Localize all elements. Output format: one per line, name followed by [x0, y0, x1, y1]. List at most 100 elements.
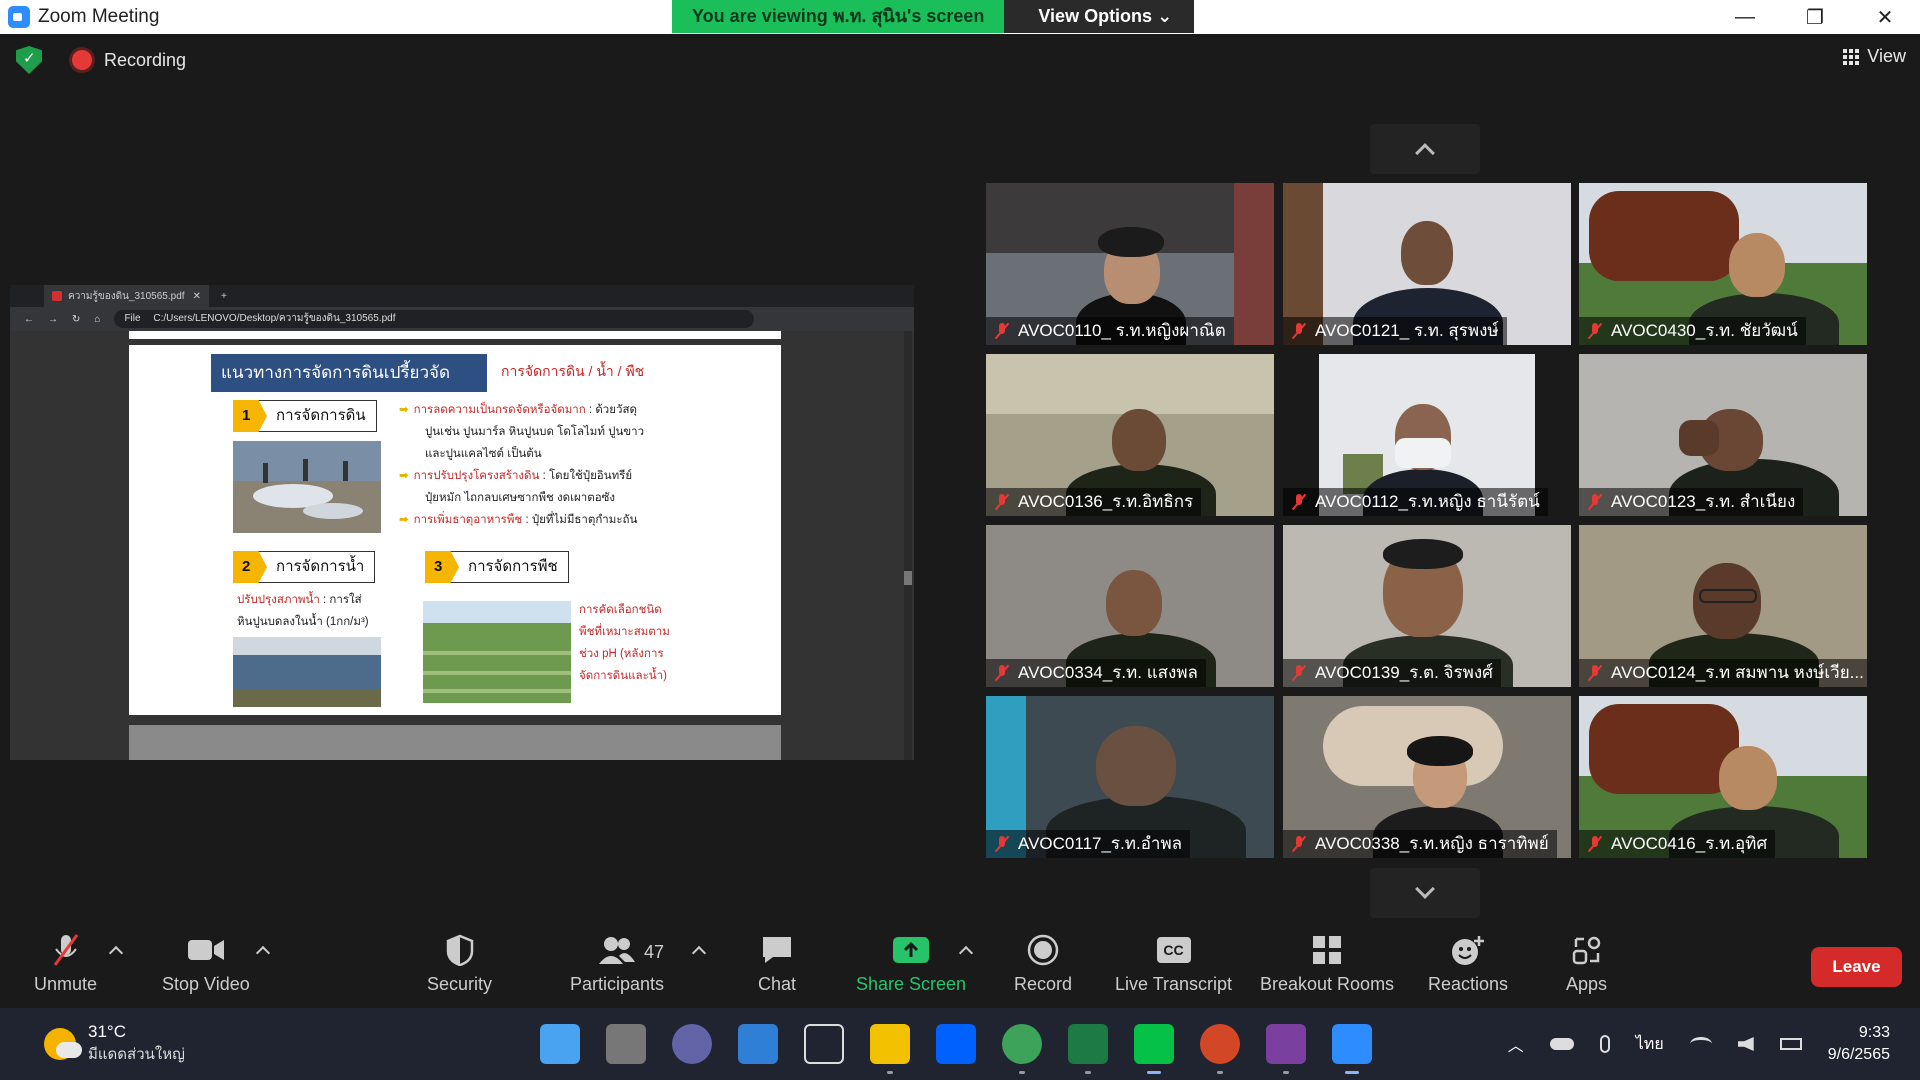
chat-bubble-icon	[761, 932, 793, 968]
minimize-button[interactable]: —	[1710, 0, 1780, 34]
water-text: ปรับปรุงสภาพน้ำ : การใส่ หินปูนบดลงในน้ำ…	[237, 594, 369, 628]
participant-tile[interactable]: AVOC0139_ร.ต. จิรพงศ์	[1283, 525, 1571, 687]
audio-options-caret[interactable]	[108, 945, 124, 961]
pdf-scrollbar[interactable]	[904, 331, 912, 760]
step-water: 2 การจัดการน้ำ	[233, 551, 376, 583]
onedrive-cloud-icon[interactable]	[1549, 1038, 1574, 1050]
line-icon[interactable]	[1134, 1024, 1174, 1074]
clock-time: 9:33	[1858, 1024, 1890, 1041]
participant-tile[interactable]: AVOC0124_ร.ท สมพาน หงษ์เวีย...	[1579, 525, 1867, 687]
wifi-icon[interactable]	[1689, 1037, 1712, 1051]
muted-mic-icon	[996, 665, 1008, 681]
participant-tile[interactable]: AVOC0136_ร.ท.อิทธิกร	[986, 354, 1274, 516]
pdf-slide: แนวทางการจัดการดินเปรี้ยวจัด การจัดการดิ…	[129, 345, 781, 715]
unmute-button[interactable]: Unmute	[34, 932, 97, 995]
encryption-shield-icon[interactable]	[16, 46, 42, 74]
live-transcript-button[interactable]: CC Live Transcript	[1115, 932, 1232, 995]
video-options-caret[interactable]	[255, 945, 271, 961]
participants-icon	[599, 932, 636, 968]
participant-tile[interactable]: AVOC0430_ร.ท. ชัยวัฒน์	[1579, 183, 1867, 345]
participant-name: AVOC0416_ร.ท.อุทิศ	[1579, 830, 1776, 858]
clock-date: 9/6/2565	[1827, 1046, 1890, 1063]
address-field[interactable]: File C:/Users/LENOVO/Desktop/ความรู้ของด…	[114, 310, 755, 328]
powerpoint-icon[interactable]	[1200, 1024, 1240, 1074]
stop-video-button[interactable]: Stop Video	[162, 932, 250, 995]
muted-mic-icon	[1589, 665, 1601, 681]
participant-tile[interactable]: AVOC0112_ร.ท.หญิง ธานีรัตน์	[1283, 354, 1571, 516]
windows-start-icon[interactable]	[540, 1024, 580, 1064]
weather-widget[interactable]: 31°C มีแดดส่วนใหญ่	[44, 1022, 185, 1066]
participant-name: AVOC0136_ร.ท.อิทธิกร	[986, 488, 1202, 516]
participant-tile[interactable]: AVOC0338_ร.ท.หญิง ธาราทิพย์	[1283, 696, 1571, 858]
pdf-viewer[interactable]: แนวทางการจัดการดินเปรี้ยวจัด การจัดการดิ…	[10, 331, 914, 760]
pdf-app-icon[interactable]	[1266, 1024, 1306, 1074]
participant-name: AVOC0123_ร.ท. สำเนียง	[1579, 488, 1804, 516]
address-label: File	[124, 313, 141, 324]
video-camera-icon	[187, 932, 225, 968]
view-options-button[interactable]: View Options ⌄	[1004, 0, 1195, 33]
muted-mic-icon	[1293, 494, 1305, 510]
breakout-rooms-button[interactable]: Breakout Rooms	[1260, 932, 1394, 995]
step-label: การจัดการพืช	[468, 558, 558, 575]
forward-icon[interactable]: →	[48, 314, 58, 325]
language-indicator[interactable]: ไทย	[1636, 1032, 1664, 1057]
security-button[interactable]: Security	[427, 932, 492, 995]
mail-icon[interactable]	[738, 1024, 778, 1064]
chrome-icon[interactable]	[1002, 1024, 1042, 1074]
window-controls: — ❐ ✕	[1710, 0, 1920, 34]
leave-button[interactable]: Leave	[1811, 947, 1902, 987]
teams-chat-icon[interactable]	[672, 1024, 712, 1064]
microphone-icon[interactable]	[1599, 1035, 1610, 1053]
muted-mic-icon	[1589, 494, 1601, 510]
participant-tile[interactable]: AVOC0110_ ร.ท.หญิงผาณิต	[986, 183, 1274, 345]
restore-button[interactable]: ❐	[1780, 0, 1850, 34]
clock[interactable]: 9:33 9/6/2565	[1828, 1022, 1890, 1066]
muted-mic-icon	[51, 932, 81, 968]
participant-tile[interactable]: AVOC0123_ร.ท. สำเนียง	[1579, 354, 1867, 516]
tab-title: ความรู้ของดิน_310565.pdf	[68, 290, 185, 302]
muted-mic-icon	[1293, 323, 1305, 339]
reload-icon[interactable]: ↻	[72, 314, 80, 325]
browser-tab[interactable]: ความรู้ของดิน_310565.pdf ✕	[44, 285, 209, 307]
share-screen-icon	[892, 932, 930, 968]
participants-options-caret[interactable]	[691, 945, 707, 961]
tab-close-icon[interactable]: ✕	[193, 291, 201, 302]
participant-name: AVOC0117_ร.ท.อำพล	[986, 830, 1191, 858]
next-page-button[interactable]	[1370, 868, 1480, 918]
participant-tile[interactable]: AVOC0121_ ร.ท. สุรพงษ์	[1283, 183, 1571, 345]
meeting-toolbar: Unmute Stop Video Security Participants …	[0, 918, 1920, 1008]
temperature: 31°C	[88, 1022, 126, 1041]
chat-button[interactable]: Chat	[758, 932, 796, 995]
close-button[interactable]: ✕	[1850, 0, 1920, 34]
apps-button[interactable]: Apps	[1566, 932, 1607, 995]
view-button[interactable]: View	[1843, 46, 1906, 67]
share-screen-button[interactable]: Share Screen	[856, 932, 966, 995]
record-button[interactable]: Record	[1014, 932, 1072, 995]
shared-screen[interactable]: ความรู้ของดิน_310565.pdf ✕ + ← → ↻ ⌂ Fil…	[10, 285, 914, 760]
home-icon[interactable]: ⌂	[94, 314, 100, 325]
muted-mic-icon	[1293, 665, 1305, 681]
volume-icon[interactable]	[1737, 1037, 1754, 1051]
participant-name: AVOC0121_ ร.ท. สุรพงษ์	[1283, 317, 1507, 345]
participant-tile[interactable]: AVOC0416_ร.ท.อุทิศ	[1579, 696, 1867, 858]
battery-icon[interactable]	[1779, 1038, 1802, 1050]
dropbox-icon[interactable]	[936, 1024, 976, 1064]
previous-page-button[interactable]	[1370, 124, 1480, 174]
show-hidden-icons-icon[interactable]: ︿	[1508, 1032, 1524, 1056]
zoom-taskbar-icon[interactable]	[1332, 1024, 1372, 1074]
reactions-button[interactable]: Reactions	[1428, 932, 1508, 995]
file-explorer-icon[interactable]	[870, 1024, 910, 1074]
back-icon[interactable]: ←	[24, 314, 34, 325]
water-photo	[233, 637, 381, 707]
chevron-down-icon	[1415, 879, 1435, 899]
participant-tile[interactable]: AVOC0117_ร.ท.อำพล	[986, 696, 1274, 858]
excel-icon[interactable]	[1068, 1024, 1108, 1074]
app-s-icon[interactable]	[804, 1024, 844, 1064]
record-icon	[1027, 932, 1059, 968]
taskbar-apps	[540, 1024, 1372, 1074]
bullet-nutrients: ➡ การเพิ่มธาตุอาหารพืช : ปุ๋ยที่ไม่มีธาตุ…	[399, 514, 638, 526]
apps-icon	[1572, 932, 1602, 968]
new-tab-icon[interactable]: +	[221, 291, 227, 302]
task-view-icon[interactable]	[606, 1024, 646, 1064]
participant-tile[interactable]: AVOC0334_ร.ท. แสงพล	[986, 525, 1274, 687]
